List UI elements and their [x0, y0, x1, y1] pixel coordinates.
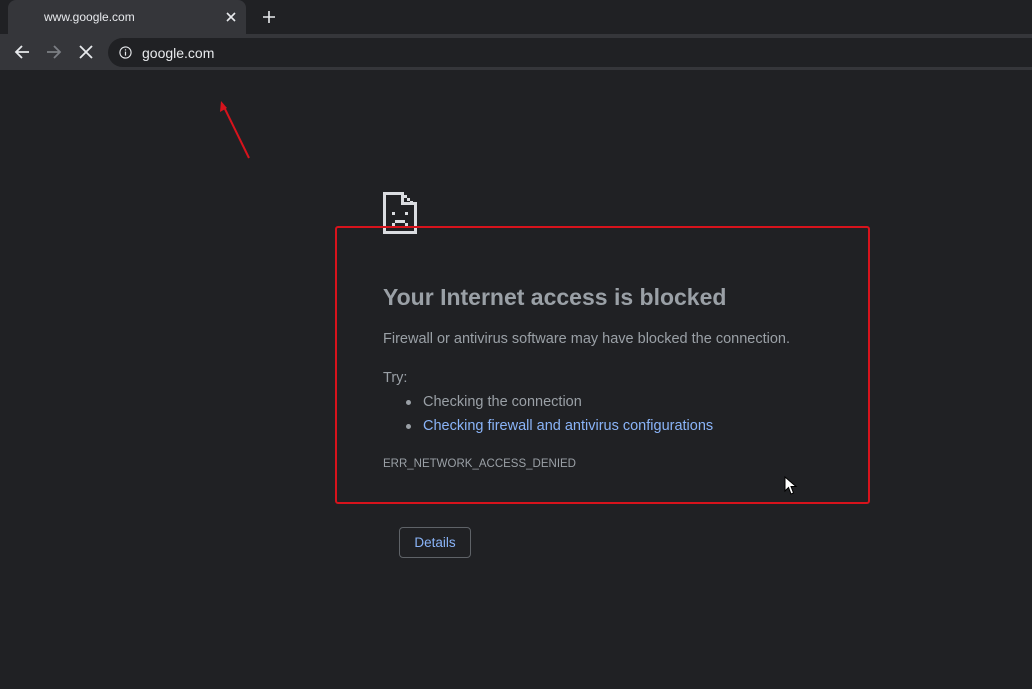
mouse-cursor-icon — [784, 476, 798, 495]
back-arrow-icon[interactable] — [10, 40, 34, 64]
browser-tab[interactable]: www.google.com — [8, 0, 246, 34]
error-title: Your Internet access is blocked — [383, 284, 727, 310]
bullet-dot — [406, 424, 411, 429]
tab-strip: www.google.com — [0, 0, 1032, 34]
suggestion-firewall-link[interactable]: Checking firewall and antivirus configur… — [423, 418, 713, 434]
details-button[interactable]: Details — [399, 527, 471, 558]
url-text[interactable]: google.com — [142, 45, 214, 61]
site-info-icon[interactable] — [119, 46, 132, 59]
error-description: Firewall or antivirus software may have … — [383, 331, 790, 347]
address-bar[interactable]: google.com — [108, 38, 1032, 67]
forward-arrow-icon[interactable] — [42, 40, 66, 64]
stop-loading-icon[interactable] — [74, 40, 98, 64]
tab-close-icon[interactable] — [222, 8, 240, 26]
tab-title: www.google.com — [44, 10, 135, 24]
browser-toolbar: google.com — [0, 34, 1032, 70]
suggestion-check-connection: Checking the connection — [423, 394, 582, 410]
try-label: Try: — [383, 370, 408, 386]
bullet-dot — [406, 400, 411, 405]
new-tab-plus-icon[interactable] — [258, 6, 280, 28]
annotation-arrow-icon — [220, 101, 250, 159]
error-code: ERR_NETWORK_ACCESS_DENIED — [383, 458, 576, 470]
